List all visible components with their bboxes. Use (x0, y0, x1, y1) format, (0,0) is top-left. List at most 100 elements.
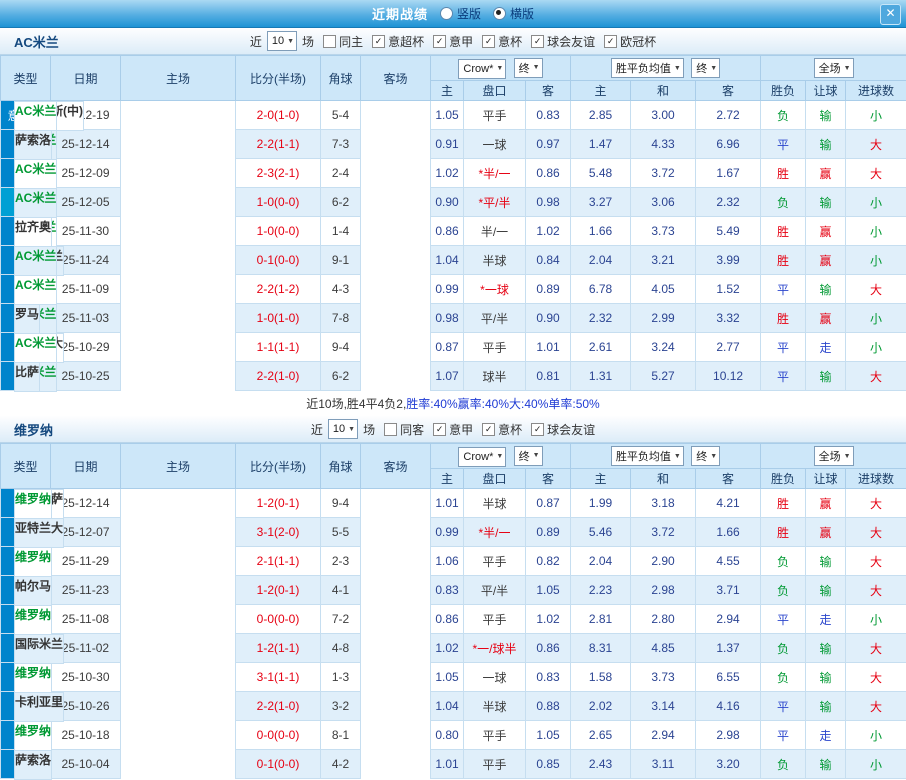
eu-away-odds: 1.37 (696, 634, 761, 663)
match-count-select[interactable]: 10▼ (328, 419, 358, 439)
match-row: 意甲25-11-23维罗纳1-2(0-1)4-1帕尔马0.83平/半1.052.… (1, 576, 906, 605)
match-row: 意甲25-11-09帕尔马2-2(1-2)4-3AC米兰0.99*一球0.896… (1, 275, 906, 304)
filter-checkbox[interactable]: ✓球会友谊 (531, 421, 595, 438)
goals-result: 小 (846, 188, 906, 217)
near-label: 近 (250, 33, 262, 50)
fulltime-result: 胜 (761, 518, 806, 547)
ah-handicap: 平手 (464, 721, 526, 750)
away-team[interactable]: AC米兰 (14, 188, 57, 218)
eu-home-odds: 5.48 (571, 159, 631, 188)
filter-label: 同客 (400, 421, 424, 438)
asian-final-select[interactable]: 终▼ (514, 58, 543, 78)
european-avg-select[interactable]: 胜平负均值▼ (611, 446, 684, 466)
match-count-select[interactable]: 10▼ (267, 31, 297, 51)
european-final-select[interactable]: 终▼ (691, 58, 720, 78)
away-team[interactable]: 罗马 (14, 304, 40, 334)
away-team[interactable]: 维罗纳 (14, 489, 52, 519)
eu-away-odds: 2.32 (696, 188, 761, 217)
away-team[interactable]: 比萨 (14, 362, 40, 392)
away-team[interactable]: 维罗纳 (14, 605, 52, 635)
filter-controls: 近 10▼ 场 同主✓意超杯✓意甲✓意杯✓球会友谊✓欧冠杯 (250, 31, 656, 51)
away-team[interactable]: AC米兰 (14, 101, 57, 131)
col-eu-home: 主 (571, 469, 631, 489)
eu-away-odds: 2.72 (696, 101, 761, 130)
match-row: 意甲25-10-04维罗纳0-1(0-0)4-2萨索洛1.01平手0.852.4… (1, 750, 906, 779)
filter-checkbox[interactable]: ✓欧冠杯 (604, 33, 656, 50)
dialog-title: 近期战绩 (372, 4, 428, 23)
filter-checkbox[interactable]: ✓意甲 (433, 421, 473, 438)
eu-away-odds: 5.49 (696, 217, 761, 246)
away-team[interactable]: AC米兰 (14, 159, 57, 189)
eu-draw-odds: 3.24 (631, 333, 696, 362)
ah-away-odds: 0.85 (526, 750, 571, 779)
fulltime-result: 胜 (761, 304, 806, 333)
goals-result: 大 (846, 362, 906, 391)
eu-draw-odds: 3.73 (631, 663, 696, 692)
away-team[interactable]: 维罗纳 (14, 663, 52, 693)
handicap-result: 赢 (806, 217, 846, 246)
layout-option-vertical[interactable]: 竖版 (440, 5, 481, 22)
fulltime-result: 平 (761, 130, 806, 159)
close-button[interactable]: ✕ (880, 4, 901, 25)
eu-home-odds: 2.61 (571, 333, 631, 362)
checkbox-icon: ✓ (482, 423, 495, 436)
layout-option-horizontal[interactable]: 横版 (493, 5, 534, 22)
bookmaker-select[interactable]: Crow*▼ (458, 447, 506, 467)
filter-checkbox[interactable]: ✓意杯 (482, 421, 522, 438)
away-team[interactable]: 萨索洛 (14, 750, 52, 780)
away-team[interactable]: 国际米兰 (14, 634, 64, 664)
goals-result: 大 (846, 663, 906, 692)
away-team[interactable]: 维罗纳 (14, 547, 52, 577)
eu-away-odds: 2.98 (696, 721, 761, 750)
fulltime-select[interactable]: 全场▼ (814, 446, 854, 466)
summary-line: 近10场,胜4平4负2, 胜率:40% 赢率:40% 大:40% 单率:50% (0, 391, 906, 416)
match-date: 25-11-09 (51, 275, 121, 304)
match-score: 1-1(1-1) (236, 333, 321, 362)
goals-result: 大 (846, 692, 906, 721)
filter-checkbox[interactable]: 同主 (323, 33, 363, 50)
filter-checkbox[interactable]: 同客 (384, 421, 424, 438)
filter-checkbox[interactable]: ✓意甲 (433, 33, 473, 50)
match-date: 25-11-03 (51, 304, 121, 333)
away-team[interactable]: AC米兰 (14, 246, 57, 276)
away-team[interactable]: 萨索洛 (14, 130, 52, 160)
away-team[interactable]: 维罗纳 (14, 721, 52, 751)
goals-result: 小 (846, 721, 906, 750)
away-team[interactable]: 帕尔马 (14, 576, 52, 606)
eu-away-odds: 3.20 (696, 750, 761, 779)
ah-handicap: 平手 (464, 547, 526, 576)
away-team[interactable]: 拉齐奥 (14, 217, 52, 247)
ah-home-odds: 0.86 (431, 605, 464, 634)
checkbox-icon: ✓ (433, 423, 446, 436)
eu-home-odds: 1.66 (571, 217, 631, 246)
ah-handicap: 球半 (464, 362, 526, 391)
bookmaker-select[interactable]: Crow*▼ (458, 59, 506, 79)
ah-away-odds: 0.86 (526, 159, 571, 188)
col-handicap-result: 让球 (806, 469, 846, 489)
ah-away-odds: 1.02 (526, 605, 571, 634)
eu-draw-odds: 3.11 (631, 750, 696, 779)
ah-handicap: *半/一 (464, 518, 526, 547)
away-team[interactable]: AC米兰 (14, 275, 57, 305)
col-result: 胜负 (761, 469, 806, 489)
fulltime-select[interactable]: 全场▼ (814, 58, 854, 78)
filter-checkbox[interactable]: ✓球会友谊 (531, 33, 595, 50)
away-team[interactable]: 亚特兰大 (14, 518, 64, 548)
filter-checkbox[interactable]: ✓意杯 (482, 33, 522, 50)
european-final-select[interactable]: 终▼ (691, 446, 720, 466)
eu-away-odds: 4.16 (696, 692, 761, 721)
chevron-down-icon: ▼ (496, 65, 503, 72)
away-team[interactable]: AC米兰 (14, 333, 57, 363)
corners: 9-1 (321, 246, 361, 275)
match-date: 25-11-08 (51, 605, 121, 634)
radio-horizontal-icon (493, 7, 506, 20)
ah-home-odds: 1.01 (431, 489, 464, 518)
eu-draw-odds: 3.00 (631, 101, 696, 130)
team-section: AC米兰 近 10▼ 场 同主✓意超杯✓意甲✓意杯✓球会友谊✓欧冠杯 类型 日期… (0, 28, 906, 416)
away-team[interactable]: 卡利亚里 (14, 692, 64, 722)
ah-away-odds: 1.05 (526, 721, 571, 750)
filter-checkbox[interactable]: ✓意超杯 (372, 33, 424, 50)
european-avg-select[interactable]: 胜平负均值▼ (611, 58, 684, 78)
asian-final-select[interactable]: 终▼ (514, 446, 543, 466)
ah-away-odds: 0.83 (526, 101, 571, 130)
